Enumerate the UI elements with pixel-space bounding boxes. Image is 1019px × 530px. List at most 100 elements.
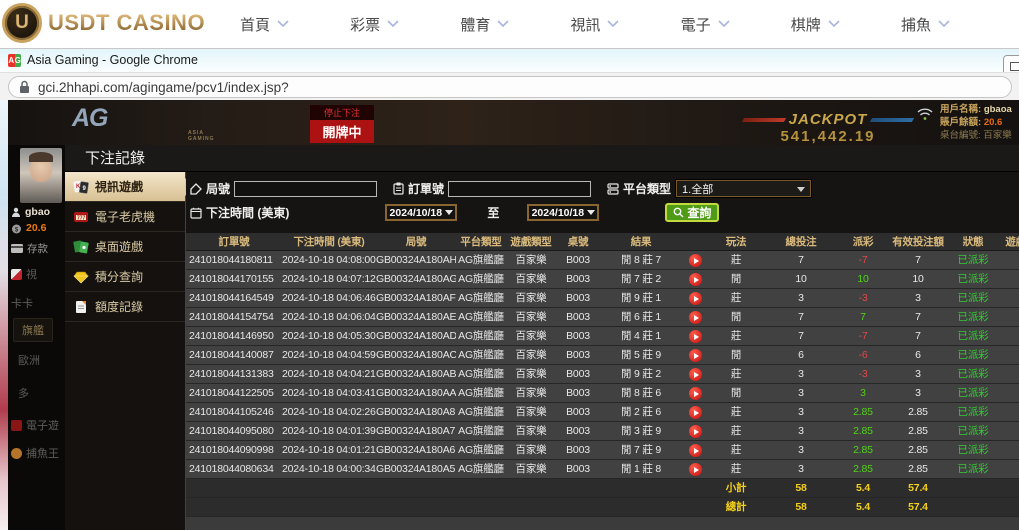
round-number-input[interactable] <box>234 181 377 197</box>
play-button[interactable] <box>689 349 702 362</box>
lobby-menu-europe[interactable]: 歐洲 <box>18 352 40 368</box>
play-button[interactable] <box>689 406 702 419</box>
cell-valid-bet: 7 <box>888 327 948 345</box>
address-bar[interactable]: gci.2hhapi.com/agingame/pcv1/index.jsp? <box>8 76 1012 98</box>
deposit-button[interactable]: 存款 <box>11 241 48 256</box>
col-header-game-video: 遊戲錄像 <box>998 233 1019 250</box>
play-button[interactable] <box>689 311 702 324</box>
cell-time: 2024-10-18 04:03:41 <box>282 384 376 402</box>
lobby-menu-fishing[interactable]: 捕魚王 <box>11 445 59 461</box>
sidebar-item-quota-records[interactable]: 額度記錄 <box>65 292 185 322</box>
cell-result: 閒 1 莊 8 <box>600 460 682 478</box>
cell-platform: AG旗艦廳 <box>456 308 506 326</box>
cell-order: 241018044095080 <box>186 422 282 440</box>
cell-game-video: - <box>998 384 1019 402</box>
play-button[interactable] <box>689 330 702 343</box>
cell-round: GB00324A180A5 <box>376 460 456 478</box>
cell-result: 閒 9 莊 2 <box>600 365 682 383</box>
logo-emblem-icon: U <box>2 3 42 43</box>
date-from-picker[interactable]: 2024/10/18 <box>385 204 457 221</box>
ag-logo: AGASIA GAMING <box>72 104 108 133</box>
nav-label: 首頁 <box>240 14 270 35</box>
database-icon <box>607 183 619 195</box>
cell-result: 閒 8 莊 6 <box>600 384 682 402</box>
cell-replay <box>682 384 708 402</box>
cell-platform: AG旗艦廳 <box>456 270 506 288</box>
dealing-label: 開牌中 <box>310 120 374 143</box>
table-body: 241018044180811 2024-10-18 04:08:00 GB00… <box>186 251 1019 479</box>
sidebar-item-slot-machine[interactable]: 777 電子老虎機 <box>65 202 185 232</box>
nav-item-slots[interactable]: 電子 <box>681 14 730 35</box>
order-number-input[interactable] <box>448 181 591 197</box>
cell-status: 已派彩 <box>948 422 998 440</box>
lobby-menu-video[interactable]: 視 <box>11 266 37 282</box>
lobby-menu-slots[interactable]: 電子遊 <box>11 417 59 433</box>
nav-item-lottery[interactable]: 彩票 <box>350 14 399 35</box>
cell-round: GB00324A180AF <box>376 289 456 307</box>
lobby-menu-flagship[interactable]: 旗艦 <box>13 318 53 342</box>
cell-round: GB00324A180AH <box>376 251 456 269</box>
username-value: gbaoa <box>984 104 1012 115</box>
table-row: 241018044164549 2024-10-18 04:06:46 GB00… <box>186 289 1019 308</box>
sidebar-item-video-games[interactable]: K9 視訊遊戲 <box>65 172 185 202</box>
order-filter-label: 訂單號 <box>393 180 444 197</box>
play-button[interactable] <box>689 425 702 438</box>
play-button[interactable] <box>689 254 702 267</box>
cell-game-video: - <box>998 403 1019 421</box>
round-filter-label: 局號 <box>190 180 230 197</box>
lobby-menu-kaka[interactable]: 卡卡 <box>11 295 33 311</box>
play-button[interactable] <box>689 292 702 305</box>
diamond-icon <box>73 270 89 284</box>
play-button[interactable] <box>689 368 702 381</box>
cell-payout: 7 <box>838 308 888 326</box>
lobby-left-column: gbao $ 20.6 存款 視 卡卡 旗艦 歐洲 多 電子遊 <box>8 145 65 530</box>
lobby-menu-multi[interactable]: 多 <box>18 385 29 401</box>
date-to-picker[interactable]: 2024/10/18 <box>527 204 599 221</box>
platform-type-select[interactable]: 1.全部 <box>676 180 811 197</box>
col-header-platform: 平台類型 <box>456 233 506 250</box>
lobby-username-row: gbao <box>11 206 50 218</box>
sidebar-item-table-games[interactable]: 桌面遊戲 <box>65 232 185 262</box>
avatar <box>20 148 62 203</box>
slot-777-icon: 777 <box>73 210 89 224</box>
cell-time: 2024-10-18 04:04:21 <box>282 365 376 383</box>
cell-result: 閒 7 莊 9 <box>600 441 682 459</box>
cell-valid-bet: 2.85 <box>888 460 948 478</box>
play-button[interactable] <box>689 387 702 400</box>
lobby-balance-row: $ 20.6 <box>11 222 46 234</box>
nav-item-sports[interactable]: 體育 <box>460 14 509 35</box>
url-text: gci.2hhapi.com/agingame/pcv1/index.jsp? <box>38 80 289 95</box>
play-button[interactable] <box>689 444 702 457</box>
deposit-label: 存款 <box>27 241 48 256</box>
nav-item-cards[interactable]: 棋牌 <box>791 14 840 35</box>
cell-order: 241018044122505 <box>186 384 282 402</box>
cell-time: 2024-10-18 04:06:04 <box>282 308 376 326</box>
nav-item-live[interactable]: 視訊 <box>570 14 619 35</box>
cell-order: 241018044105246 <box>186 403 282 421</box>
cell-game-type: 百家樂 <box>506 365 556 383</box>
cell-game-video: - <box>998 327 1019 345</box>
col-header-game-type: 遊戲類型 <box>506 233 556 250</box>
magnifier-icon <box>673 207 684 218</box>
play-button[interactable] <box>689 463 702 476</box>
cell-total-bet: 3 <box>764 403 838 421</box>
site-logo[interactable]: U USDT CASINO <box>2 3 205 43</box>
nav-item-fishing[interactable]: 捕魚 <box>901 14 950 35</box>
play-button[interactable] <box>689 273 702 286</box>
search-button[interactable]: 查詢 <box>665 203 719 222</box>
table-row: 241018044146950 2024-10-18 04:05:30 GB00… <box>186 327 1019 346</box>
stop-bet-label: 停止下注 <box>310 105 374 120</box>
cell-game-type: 百家樂 <box>506 270 556 288</box>
col-header-play-type: 玩法 <box>708 233 764 250</box>
menu-label: 卡卡 <box>11 295 33 311</box>
jackpot-left-bar <box>742 118 786 122</box>
modal-content: 局號 訂單號 平台類型 1.全部 <box>186 172 1019 530</box>
col-header-order: 訂單號 <box>186 233 282 250</box>
nav-label: 視訊 <box>570 14 600 35</box>
cell-play-type: 莊 <box>708 403 764 421</box>
cell-total-bet: 3 <box>764 365 838 383</box>
nav-item-home[interactable]: 首頁 <box>240 14 289 35</box>
cell-payout: 2.85 <box>838 441 888 459</box>
sidebar-item-points-query[interactable]: 積分查詢 <box>65 262 185 292</box>
cell-order: 241018044146950 <box>186 327 282 345</box>
